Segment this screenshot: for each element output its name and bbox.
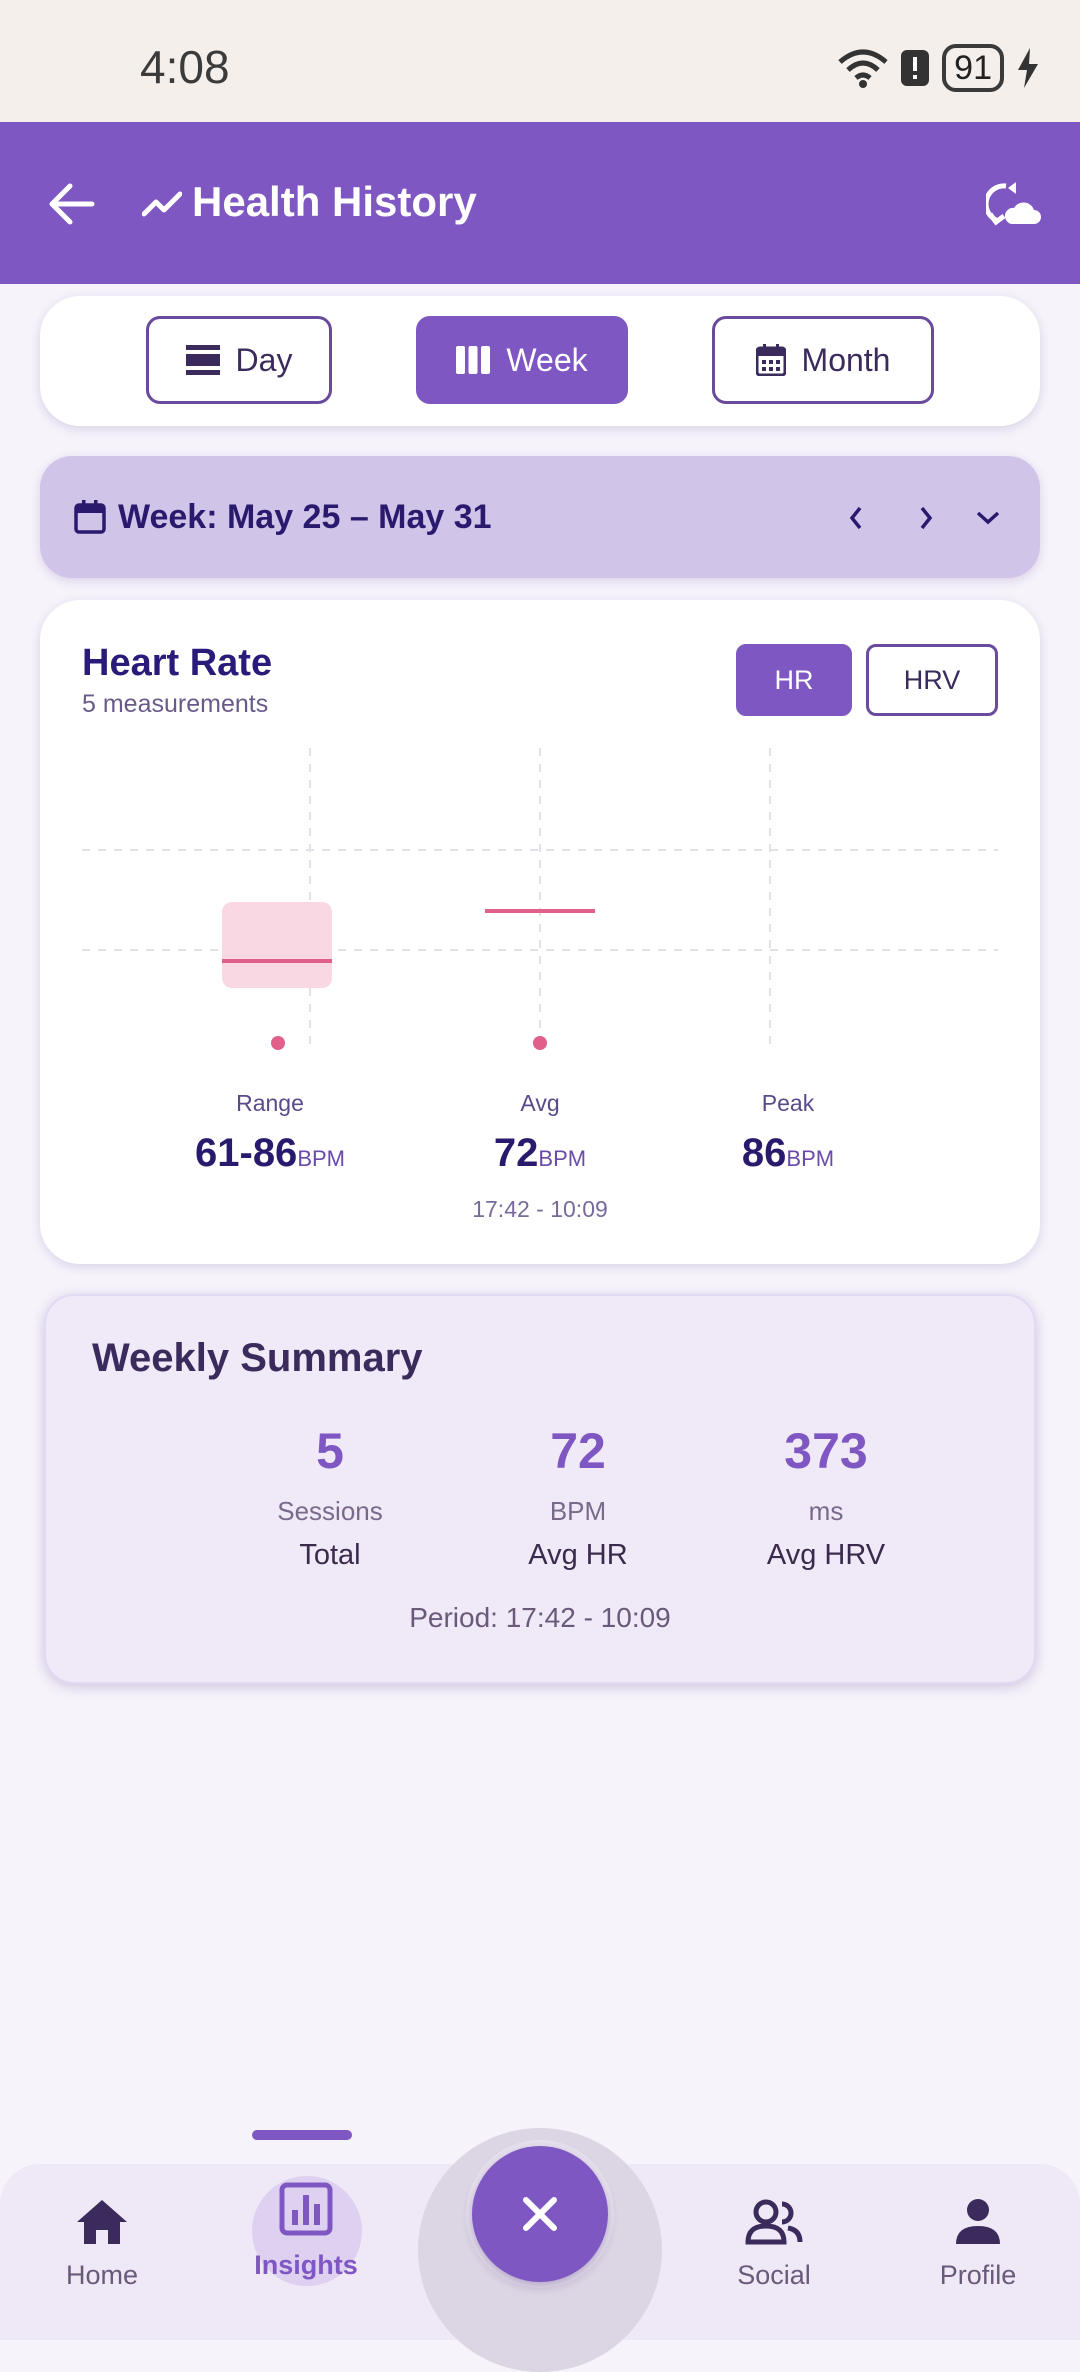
avg-value: 72 — [493, 1131, 539, 1175]
home-icon — [77, 2200, 127, 2244]
nav-social[interactable]: Social — [694, 2198, 854, 2291]
measurement-count: 5 measurements — [82, 690, 269, 718]
close-fab-button[interactable] — [472, 2146, 608, 2282]
chevron-left-icon[interactable] — [846, 504, 866, 532]
heart-rate-title: Heart Rate — [82, 642, 273, 684]
nav-profile-label: Profile — [939, 2260, 1017, 2290]
status-time: 4:08 — [140, 41, 230, 93]
charging-icon — [1018, 48, 1038, 88]
range-label: Range — [236, 1090, 304, 1116]
nav-home[interactable]: Home — [22, 2198, 182, 2291]
week-label: Week — [506, 341, 588, 378]
week-range-label: Week: May 25 – May 31 — [118, 498, 492, 536]
status-icons: 91 — [838, 44, 1040, 92]
wifi-icon — [838, 49, 888, 88]
week-navigator: Week: May 25 – May 31 — [40, 456, 1040, 578]
range-stat: Range 61-86BPM — [180, 1090, 360, 1176]
sessions-unit: Sessions — [277, 1496, 383, 1526]
alert-icon — [901, 50, 930, 86]
weekly-summary-card: Weekly Summary 5 Sessions Total 72 BPM A… — [44, 1294, 1036, 1684]
avg-time-range: 17:42 - 10:09 — [472, 1196, 608, 1222]
insights-chart-icon — [279, 2182, 333, 2236]
sessions-stat: 5 Sessions Total — [220, 1422, 440, 1572]
avg-label: Avg — [520, 1090, 560, 1116]
calendar-icon — [74, 500, 106, 534]
summary-period: Period: 17:42 - 10:09 — [409, 1602, 671, 1633]
avg-hrv-unit: ms — [808, 1496, 844, 1526]
active-nav-indicator — [252, 2130, 352, 2140]
chevron-right-icon[interactable] — [916, 504, 936, 532]
peak-label: Peak — [761, 1090, 815, 1116]
battery-indicator: 91 — [942, 44, 1004, 92]
avg-hr-stat: 72 BPM Avg HR — [468, 1422, 688, 1572]
avg-unit: BPM — [538, 1146, 587, 1171]
heart-rate-card: Heart Rate 5 measurements HR HRV Range 6… — [40, 600, 1040, 1264]
chevron-down-icon[interactable] — [974, 508, 1002, 528]
day-label: Day — [235, 341, 293, 378]
avg-hrv-value: 373 — [784, 1423, 868, 1479]
view-day-icon — [185, 345, 220, 375]
hr-toggle[interactable]: HR — [736, 644, 852, 716]
avg-hr-value: 72 — [550, 1423, 606, 1479]
avg-stat: Avg 72BPM — [460, 1090, 620, 1176]
page-title: Health History — [192, 178, 477, 225]
month-button[interactable]: Month — [712, 316, 934, 404]
peak-value: 86 — [741, 1131, 787, 1175]
day-button[interactable]: Day — [146, 316, 332, 404]
nav-insights-label: Insights — [254, 2250, 358, 2280]
close-icon — [523, 2197, 557, 2231]
avg-hrv-label: Avg HRV — [766, 1539, 886, 1571]
app-bar: Health History — [0, 122, 1080, 284]
avg-point — [533, 1036, 547, 1050]
nav-social-label: Social — [737, 2260, 811, 2290]
period-selector: Day Week Month — [40, 296, 1040, 426]
person-icon — [956, 2199, 1000, 2244]
avg-hrv-stat: 373 ms Avg HRV — [716, 1422, 936, 1572]
month-label: Month — [801, 341, 891, 378]
calendar-month-icon — [755, 344, 786, 376]
range-unit: BPM — [297, 1146, 345, 1171]
sessions-label: Total — [299, 1539, 361, 1571]
hrv-toggle[interactable]: HRV — [866, 644, 998, 716]
avg-hr-unit: BPM — [549, 1496, 607, 1526]
avg-hr-label: Avg HR — [528, 1539, 628, 1571]
view-week-icon — [456, 346, 491, 374]
range-point — [271, 1036, 285, 1050]
sync-cloud-icon[interactable] — [986, 180, 1042, 230]
range-value: 61-86 — [195, 1131, 298, 1175]
status-bar: 4:08 91 — [0, 0, 1080, 122]
back-arrow-icon[interactable] — [48, 182, 96, 226]
summary-title: Weekly Summary — [92, 1336, 423, 1380]
peak-unit: BPM — [786, 1146, 835, 1171]
peak-stat: Peak 86BPM — [708, 1090, 868, 1176]
nav-profile[interactable]: Profile — [898, 2198, 1058, 2291]
nav-insights[interactable]: Insights — [226, 2182, 386, 2281]
nav-home-label: Home — [65, 2260, 139, 2290]
week-button[interactable]: Week — [416, 316, 628, 404]
group-icon — [745, 2199, 803, 2245]
heart-rate-chart — [82, 748, 998, 1050]
sessions-value: 5 — [316, 1423, 344, 1479]
range-box — [222, 902, 332, 988]
trending-icon — [142, 191, 182, 217]
